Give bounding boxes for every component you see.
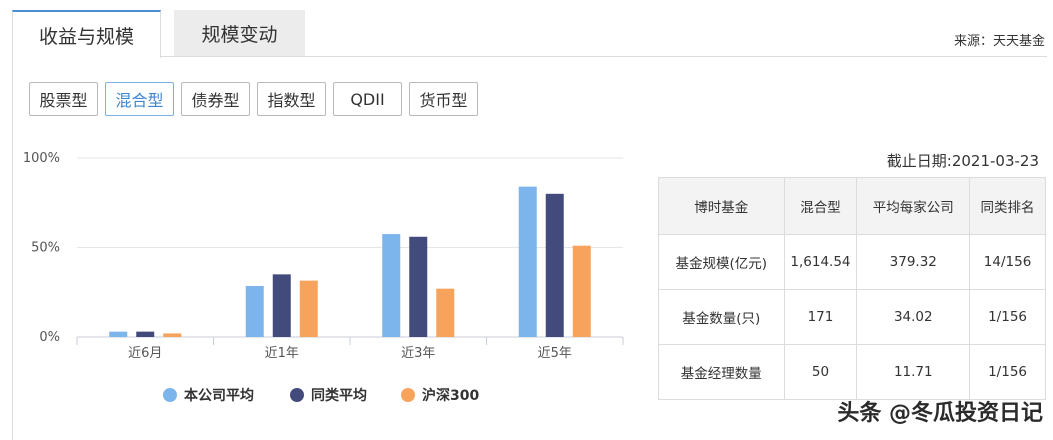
fund-type-index[interactable]: 指数型 — [257, 82, 326, 116]
tab-returns-and-scale[interactable]: 收益与规模 — [12, 10, 161, 58]
bar — [245, 285, 264, 337]
fund-type-mixed[interactable]: 混合型 — [105, 82, 174, 116]
table-row: 基金数量(只) 171 34.02 1/156 — [658, 289, 1046, 345]
fund-type-stock[interactable]: 股票型 — [29, 82, 98, 116]
table-header-cell: 混合型 — [783, 177, 858, 235]
bar — [518, 186, 537, 337]
legend-label: 沪深300 — [422, 387, 479, 404]
legend-marker — [163, 388, 177, 402]
bar — [409, 236, 428, 337]
tab-divider — [12, 56, 1047, 57]
fund-type-money[interactable]: 货币型 — [409, 82, 478, 116]
table-cell: 171 — [783, 289, 858, 345]
source-label: 来源：天天基金 — [953, 34, 1045, 49]
table-cell: 379.32 — [856, 234, 971, 290]
x-tick-label: 近3年 — [401, 346, 435, 361]
table-cell: 1/156 — [969, 289, 1046, 345]
table-cell: 1/156 — [969, 344, 1046, 400]
fund-type-bond[interactable]: 债券型 — [181, 82, 250, 116]
table-row: 基金规模(亿元) 1,614.54 379.32 14/156 — [658, 234, 1046, 290]
bar — [272, 274, 291, 337]
table-cell: 34.02 — [856, 289, 971, 345]
table-row: 基金经理数量 50 11.71 1/156 — [658, 344, 1046, 400]
table-cell: 基金规模(亿元) — [658, 234, 785, 290]
bar — [299, 280, 318, 337]
table-header-cell: 博时基金 — [658, 177, 785, 235]
table-header-row: 博时基金 混合型 平均每家公司 同类排名 — [658, 177, 1046, 235]
x-tick-label: 近6月 — [128, 346, 162, 361]
fund-type-qdii[interactable]: QDII — [333, 82, 402, 116]
y-tick-label: 50% — [31, 241, 60, 256]
table-header-cell: 同类排名 — [969, 177, 1046, 235]
bar — [572, 245, 591, 337]
chart-x-axis: 近6月 近1年 近3年 近5年 — [76, 337, 624, 361]
table-cell: 基金经理数量 — [658, 344, 785, 400]
legend-label: 本公司平均 — [184, 387, 254, 404]
x-tick-label: 近1年 — [265, 346, 299, 361]
y-tick-label: 100% — [23, 151, 60, 166]
table-cell: 11.71 — [856, 344, 971, 400]
table-header-cell: 平均每家公司 — [856, 177, 971, 235]
fund-type-tabs: 股票型 混合型 债券型 指数型 QDII 货币型 — [29, 82, 478, 116]
table-cell: 50 — [783, 344, 858, 400]
x-tick-label: 近5年 — [538, 346, 572, 361]
bar — [136, 331, 155, 337]
legend-label: 同类平均 — [311, 387, 367, 404]
table-cell: 14/156 — [969, 234, 1046, 290]
y-tick-label: 0% — [39, 330, 60, 345]
legend-marker — [401, 388, 415, 402]
bar — [436, 288, 455, 337]
returns-bar-chart: 0% 50% 100% 近6月 近1年 近3年 近5年 本公司平均 同类平均 沪深300 — [23, 151, 624, 404]
watermark-text: 头条 @冬瓜投资日记 — [837, 401, 1043, 426]
as-of-date: 截止日期:2021-03-23 — [886, 152, 1039, 170]
table-cell: 基金数量(只) — [658, 289, 785, 345]
bar — [545, 193, 564, 337]
legend-marker — [290, 388, 304, 402]
bar — [382, 234, 401, 337]
table-cell: 1,614.54 — [783, 234, 858, 290]
fund-stats-table: 博时基金 混合型 平均每家公司 同类排名 基金规模(亿元) 1,614.54 3… — [658, 177, 1046, 400]
chart-legend: 本公司平均 同类平均 沪深300 — [163, 387, 479, 404]
tab-scale-change[interactable]: 规模变动 — [174, 10, 305, 57]
chart-bars — [109, 186, 591, 337]
bar — [163, 333, 182, 337]
bar — [109, 331, 128, 337]
